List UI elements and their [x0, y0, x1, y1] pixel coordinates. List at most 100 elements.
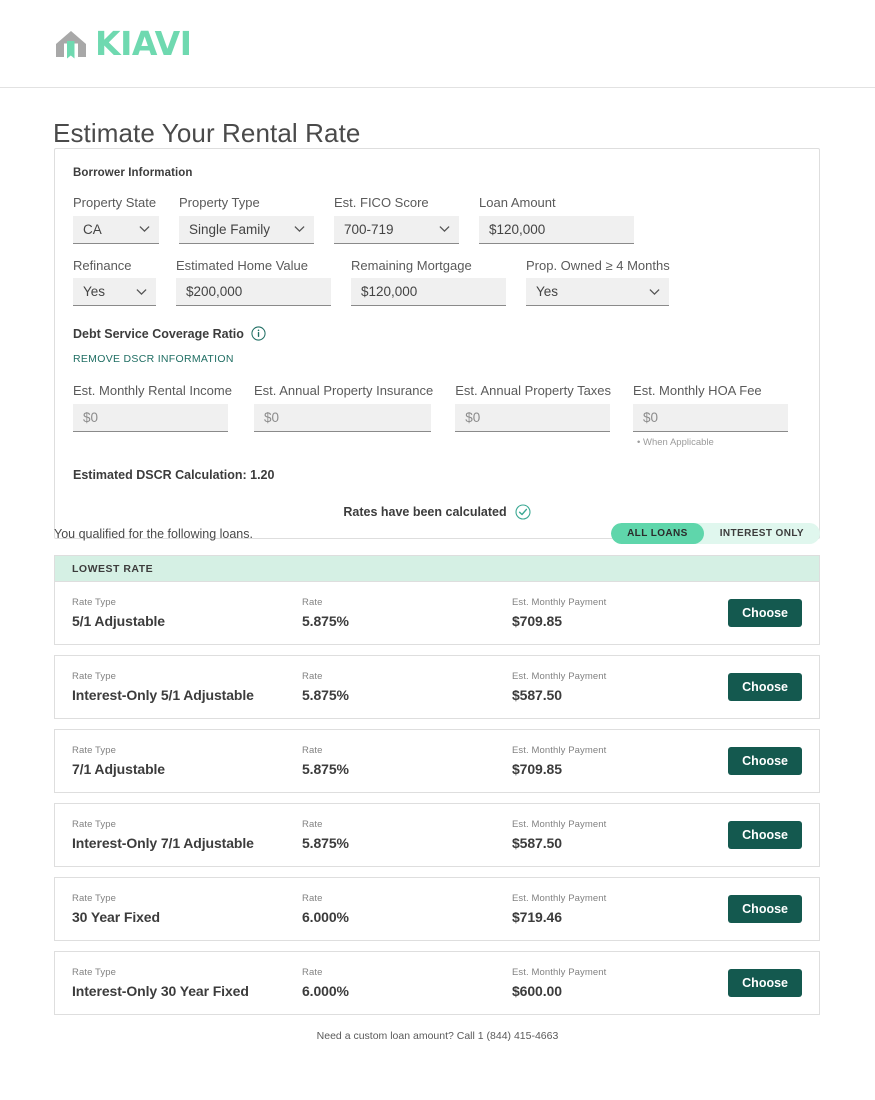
- column-header-rate-type: Rate Type: [72, 597, 117, 608]
- choose-button[interactable]: Choose: [728, 747, 802, 775]
- input-loan-amount[interactable]: $120,000: [479, 215, 634, 244]
- loan-payment-cell: Est. Monthly Payment $719.46: [512, 893, 728, 925]
- chevron-down-icon: [649, 288, 660, 295]
- loan-payment-cell: Est. Monthly Payment $600.00: [512, 967, 728, 999]
- label-loan-amount: Loan Amount: [479, 195, 556, 210]
- column-header-payment: Est. Monthly Payment: [512, 671, 607, 682]
- field-refinance: Refinance Yes: [73, 258, 156, 307]
- dscr-fields-row: Est. Monthly Rental Income $0 Est. Annua…: [73, 383, 801, 448]
- input-annual-property-insurance[interactable]: $0: [253, 403, 431, 432]
- loan-options-list: Rate Type 5/1 Adjustable Rate 5.875% Est…: [54, 581, 820, 1025]
- value-monthly-rental-income: $0: [83, 409, 99, 425]
- loan-rate-cell: Rate 5.875%: [302, 671, 512, 703]
- table-row[interactable]: Rate Type Interest-Only 5/1 Adjustable R…: [54, 655, 820, 719]
- value-monthly-hoa-fee: $0: [643, 409, 659, 425]
- label-prop-owned: Prop. Owned ≥ 4 Months: [526, 257, 670, 273]
- borrower-fields-row-1: Property State CA Property Type Single F…: [73, 195, 801, 244]
- input-monthly-rental-income[interactable]: $0: [73, 403, 228, 432]
- loan-payment-cell: Est. Monthly Payment $709.85: [512, 745, 728, 777]
- input-estimated-home-value[interactable]: $200,000: [176, 278, 331, 307]
- column-header-rate: Rate: [302, 671, 323, 682]
- field-monthly-rental-income: Est. Monthly Rental Income $0: [73, 383, 232, 432]
- value-annual-property-insurance: $0: [263, 409, 279, 425]
- table-row[interactable]: Rate Type Interest-Only 30 Year Fixed Ra…: [54, 951, 820, 1015]
- loan-filter-toggle[interactable]: ALL LOANS INTEREST ONLY: [611, 523, 820, 544]
- value-estimated-home-value: $200,000: [186, 284, 243, 300]
- table-row[interactable]: Rate Type 7/1 Adjustable Rate 5.875% Est…: [54, 729, 820, 793]
- kiavi-logo[interactable]: KIAVI: [53, 24, 192, 63]
- choose-button[interactable]: Choose: [728, 969, 802, 997]
- toggle-option-all-loans[interactable]: ALL LOANS: [611, 523, 704, 544]
- chevron-down-icon: [139, 225, 150, 233]
- dscr-heading: Debt Service Coverage Ratio: [73, 326, 244, 341]
- loan-rate-type-value: 30 Year Fixed: [72, 909, 160, 925]
- chevron-down-icon: [294, 225, 305, 233]
- choose-button[interactable]: Choose: [728, 895, 802, 923]
- loan-payment-value: $587.50: [512, 687, 562, 703]
- value-remaining-mortgage: $120,000: [361, 284, 418, 300]
- field-remaining-mortgage: Remaining Mortgage $120,000: [351, 258, 506, 307]
- select-property-type[interactable]: Single Family: [179, 215, 314, 244]
- borrower-information-card: Borrower Information Property State CA P…: [54, 148, 820, 539]
- column-header-payment: Est. Monthly Payment: [512, 745, 607, 756]
- column-header-rate-type: Rate Type: [72, 745, 117, 756]
- select-property-state[interactable]: CA: [73, 215, 159, 244]
- table-row[interactable]: Rate Type 5/1 Adjustable Rate 5.875% Est…: [54, 581, 820, 645]
- column-header-rate: Rate: [302, 745, 323, 756]
- rental-rate-estimator-page: KIAVI Estimate Your Rental Rate Borrower…: [0, 0, 875, 1100]
- label-monthly-hoa-fee: Est. Monthly HOA Fee: [633, 383, 762, 399]
- logo-wordmark: KIAVI: [95, 24, 192, 63]
- loan-payment-cell: Est. Monthly Payment $587.50: [512, 671, 728, 703]
- loan-rate-type-cell: Rate Type Interest-Only 7/1 Adjustable: [72, 819, 302, 851]
- input-remaining-mortgage[interactable]: $120,000: [351, 278, 506, 307]
- column-header-rate: Rate: [302, 819, 323, 830]
- value-property-type: Single Family: [189, 221, 271, 237]
- loan-rate-cell: Rate 6.000%: [302, 967, 512, 999]
- loan-rate-value: 6.000%: [302, 983, 349, 999]
- select-prop-owned[interactable]: Yes: [526, 278, 669, 307]
- site-header: KIAVI: [0, 0, 875, 88]
- custom-loan-amount-note: Need a custom loan amount? Call 1 (844) …: [316, 1030, 559, 1042]
- chevron-down-icon: [439, 225, 450, 233]
- field-annual-property-insurance: Est. Annual Property Insurance $0: [253, 383, 434, 432]
- select-refinance[interactable]: Yes: [73, 278, 156, 307]
- rates-calculated-status: Rates have been calculated: [73, 504, 801, 524]
- loan-rate-value: 5.875%: [302, 613, 349, 629]
- loan-rate-type-cell: Rate Type 5/1 Adjustable: [72, 597, 302, 629]
- field-property-state: Property State CA: [73, 195, 159, 244]
- column-header-payment: Est. Monthly Payment: [512, 597, 607, 608]
- page-title: Estimate Your Rental Rate: [53, 118, 361, 148]
- loan-rate-cell: Rate 5.875%: [302, 597, 512, 629]
- loan-rate-type-cell: Rate Type Interest-Only 30 Year Fixed: [72, 967, 302, 999]
- field-annual-property-taxes: Est. Annual Property Taxes $0: [455, 383, 611, 432]
- info-circle-icon[interactable]: [251, 326, 266, 341]
- table-row[interactable]: Rate Type 30 Year Fixed Rate 6.000% Est.…: [54, 877, 820, 941]
- value-refinance: Yes: [83, 284, 106, 300]
- select-fico-score[interactable]: 700-719: [334, 215, 459, 244]
- table-row[interactable]: Rate Type Interest-Only 7/1 Adjustable R…: [54, 803, 820, 867]
- column-header-rate: Rate: [302, 597, 323, 608]
- qualified-loans-row: You qualified for the following loans. A…: [54, 523, 820, 544]
- hoa-when-applicable-note: • When Applicable: [637, 436, 714, 448]
- loan-rate-type-cell: Rate Type 7/1 Adjustable: [72, 745, 302, 777]
- input-annual-property-taxes[interactable]: $0: [455, 403, 611, 432]
- loan-rate-type-value: Interest-Only 30 Year Fixed: [72, 983, 249, 999]
- column-header-rate: Rate: [302, 893, 323, 904]
- qualified-text: You qualified for the following loans.: [54, 526, 253, 541]
- value-property-state: CA: [83, 221, 102, 237]
- choose-button[interactable]: Choose: [728, 673, 802, 701]
- remove-dscr-information-link[interactable]: REMOVE DSCR INFORMATION: [73, 353, 234, 365]
- loan-rate-value: 5.875%: [302, 687, 349, 703]
- borrower-fields-row-2: Refinance Yes Estimated Home Value $200,…: [73, 258, 801, 307]
- check-circle-icon: [515, 504, 531, 520]
- label-property-type: Property Type: [179, 195, 260, 210]
- toggle-option-interest-only[interactable]: INTEREST ONLY: [704, 523, 820, 544]
- loan-rate-cell: Rate 5.875%: [302, 819, 512, 851]
- label-monthly-rental-income: Est. Monthly Rental Income: [73, 383, 232, 399]
- label-annual-property-insurance: Est. Annual Property Insurance: [253, 383, 434, 399]
- choose-button[interactable]: Choose: [728, 599, 802, 627]
- loan-rate-value: 6.000%: [302, 909, 349, 925]
- choose-button[interactable]: Choose: [728, 821, 802, 849]
- loan-payment-value: $587.50: [512, 835, 562, 851]
- input-monthly-hoa-fee[interactable]: $0: [633, 403, 789, 432]
